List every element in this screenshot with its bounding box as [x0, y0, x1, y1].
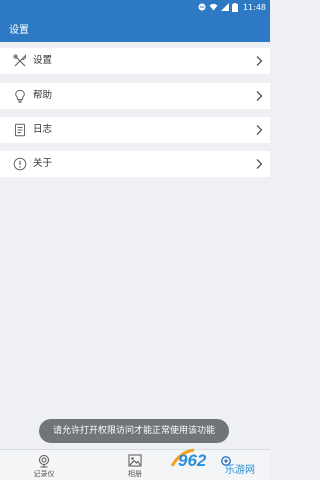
do-not-disturb-icon [198, 3, 206, 11]
app-bar: 设置 [0, 14, 270, 42]
nav-item-label: 记录仪 [33, 470, 55, 478]
wifi-icon [209, 3, 218, 11]
menu-item-label: 设置 [33, 55, 53, 66]
document-icon [15, 123, 25, 137]
chevron-right-icon [256, 125, 263, 135]
menu-item-help[interactable]: 帮助 [0, 83, 270, 109]
lightbulb-icon [15, 89, 25, 103]
menu-item-settings[interactable]: 设置 [0, 48, 270, 74]
status-time: 11:48 [242, 2, 266, 12]
site-watermark: 962 乐游网 [170, 448, 255, 476]
chevron-right-icon [256, 159, 263, 169]
menu-item-label: 帮助 [33, 90, 53, 101]
menu-item-label: 日志 [33, 124, 53, 135]
battery-icon [231, 2, 238, 12]
menu-item-log[interactable]: 日志 [0, 117, 270, 143]
tools-icon [13, 54, 26, 67]
menu-item-about[interactable]: 关于 [0, 151, 270, 177]
permission-toast: 请允许打开权限访问才能正常使用该功能 [39, 419, 229, 443]
nav-item-recorder[interactable]: 记录仪 [14, 450, 74, 480]
chevron-right-icon [256, 56, 263, 66]
info-icon [13, 157, 27, 171]
status-bar: 11:48 [0, 0, 270, 14]
watermark-number: 962 [178, 451, 207, 470]
nav-item-label: 相册 [128, 470, 142, 478]
watermark-sub: 乐游网 [225, 463, 255, 476]
nav-item-album[interactable]: 相册 [105, 450, 165, 480]
signal-icon [220, 3, 229, 11]
album-icon [128, 454, 142, 467]
camera-recorder-icon [39, 455, 49, 468]
menu-item-label: 关于 [33, 158, 53, 169]
chevron-right-icon [256, 91, 263, 101]
page-title: 设置 [9, 24, 29, 36]
